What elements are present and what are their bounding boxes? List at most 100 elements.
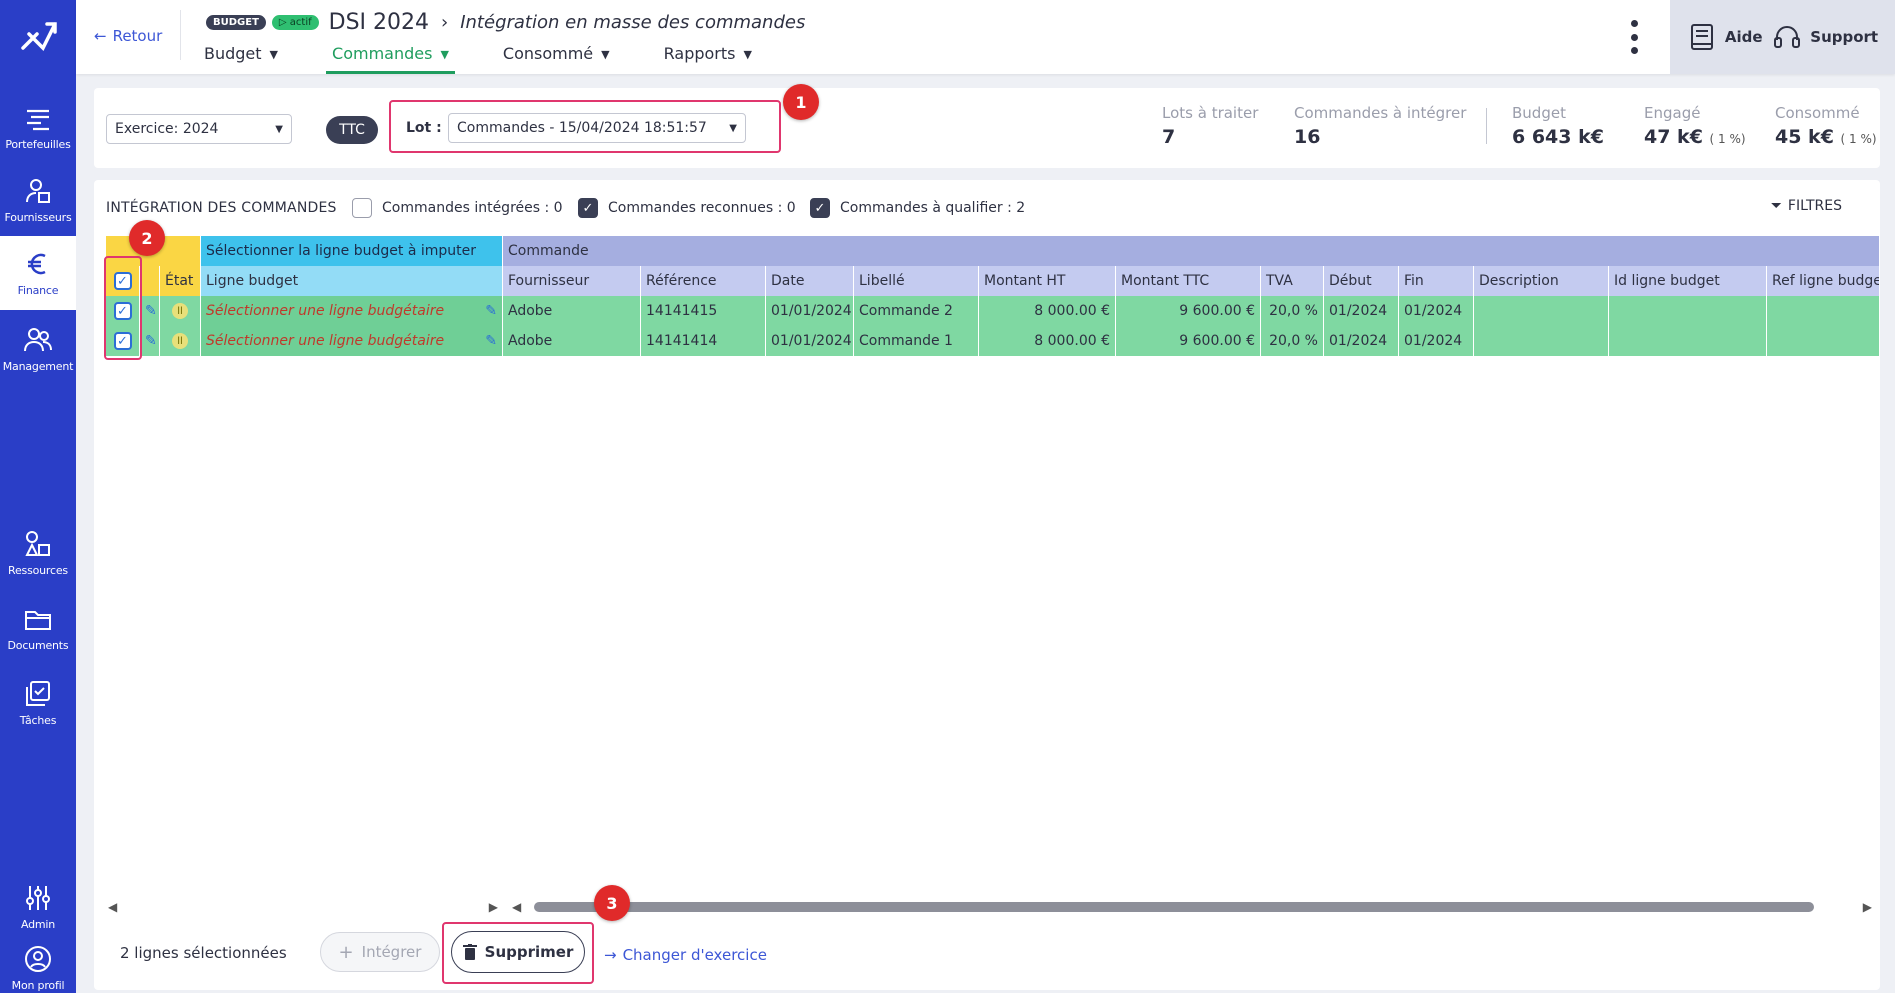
page-title: DSI 2024 <box>328 10 430 35</box>
ttc-toggle[interactable]: TTC <box>326 116 378 144</box>
sidebar-item-portefeuilles[interactable]: Portefeuilles <box>0 90 76 164</box>
support-button[interactable]: Support <box>1772 22 1878 52</box>
tab-rapports[interactable]: Rapports ▼ <box>658 44 758 74</box>
lot-label: Lot : <box>406 120 442 136</box>
budget-badge: BUDGET <box>206 15 266 30</box>
sidebar-item-mon-profil[interactable]: Mon profil <box>0 940 76 993</box>
exercice-select[interactable]: Exercice: 2024 ▼ <box>106 114 292 144</box>
page-subtitle: Intégration en masse des commandes <box>460 12 806 33</box>
sliders-icon <box>26 886 50 910</box>
scroll-right-icon[interactable]: ▶ <box>489 900 498 914</box>
sidebar-item-label: Admin <box>20 918 56 931</box>
status-badge: ▷ actif <box>271 15 319 30</box>
edit-icon[interactable]: ✎ <box>140 296 160 326</box>
annotation-marker: 2 <box>129 220 165 256</box>
sidebar-item-label: Finance <box>17 284 59 297</box>
back-link[interactable]: ← Retour <box>94 27 162 45</box>
scroll-right-icon[interactable]: ▶ <box>1863 900 1872 914</box>
chevron-down-icon: ▼ <box>275 123 283 135</box>
users-icon <box>24 328 52 352</box>
shapes-icon <box>25 531 50 556</box>
filter-icon: ⏷ <box>1770 198 1782 214</box>
annotation-marker: 1 <box>783 84 819 120</box>
sidebar-item-label: Documents <box>7 639 69 652</box>
chevron-down-icon: ▼ <box>729 122 737 134</box>
chevron-down-icon: ▼ <box>269 48 279 61</box>
tab-consomme[interactable]: Consommé ▼ <box>497 44 616 74</box>
budget-line-placeholder: Sélectionner une ligne budgétaire <box>206 333 445 349</box>
play-icon: ▷ <box>278 17 290 28</box>
kpi-lots: Lots à traiter 7 <box>1162 104 1259 148</box>
selection-highlight <box>104 256 142 360</box>
integrer-button[interactable]: + Intégrer <box>320 932 440 972</box>
profile-icon <box>25 946 51 972</box>
chevron-down-icon: ▼ <box>440 48 449 61</box>
table-row[interactable]: ✓ ✎ ll Sélectionner une ligne budgétaire… <box>106 296 1880 326</box>
sidebar-item-documents[interactable]: Documents <box>0 591 76 665</box>
table-group-header: Sélectionner la ligne budget à imputer C… <box>106 236 1880 266</box>
kpi-budget: Budget 6 643 k€ <box>1512 104 1604 148</box>
aide-button[interactable]: Aide <box>1687 22 1763 52</box>
scrollbar-thumb[interactable] <box>534 902 1814 912</box>
right-scrollbar[interactable]: ◀ ▶ <box>512 900 1872 914</box>
tab-budget[interactable]: Budget ▼ <box>198 44 284 74</box>
sidebar-item-label: Tâches <box>19 714 57 727</box>
left-scrollbar[interactable]: ◀ ▶ <box>108 900 498 914</box>
panel-title: INTÉGRATION DES COMMANDES <box>106 200 337 216</box>
sidebar-item-label: Mon profil <box>11 979 65 992</box>
tasks-icon <box>26 681 50 706</box>
checkbox-integrees[interactable]: Commandes intégrées : 0 <box>352 198 563 218</box>
plus-icon: + <box>338 941 354 963</box>
arrow-right-icon: → <box>604 946 617 964</box>
lot-select[interactable]: Commandes - 15/04/2024 18:51:57 ▼ <box>448 113 746 143</box>
kpi-engage: Engagé 47 k€ ( 1 %) <box>1644 104 1746 148</box>
arrow-left-icon: ← <box>94 27 107 45</box>
filter-bar: Exercice: 2024 ▼ TTC Lot : Commandes - 1… <box>94 88 1880 168</box>
chevron-right-icon: › <box>441 12 449 33</box>
supprimer-button[interactable]: Supprimer <box>451 931 585 973</box>
kpi-commandes: Commandes à intégrer 16 <box>1294 104 1467 148</box>
sidebar-item-label: Portefeuilles <box>5 138 71 151</box>
tab-commandes[interactable]: Commandes ▼ <box>326 44 455 74</box>
filters-button[interactable]: ⏷ FILTRES <box>1771 198 1842 214</box>
top-bar: ← Retour BUDGET ▷ actif DSI 2024 › Intég… <box>76 0 1895 74</box>
scroll-left-icon[interactable]: ◀ <box>108 900 117 914</box>
more-options-icon[interactable] <box>1630 20 1638 54</box>
pause-icon: ll <box>172 303 188 319</box>
sidebar: Portefeuilles Fournisseurs Finance Manag… <box>0 0 76 993</box>
sidebar-item-admin[interactable]: Admin <box>0 870 76 944</box>
pause-icon: ll <box>172 333 188 349</box>
integration-panel: INTÉGRATION DES COMMANDES Commandes inté… <box>94 180 1880 990</box>
check-icon: ✓ <box>810 198 830 218</box>
pencil-icon[interactable]: ✎ <box>485 333 497 349</box>
checkbox-icon <box>352 198 372 218</box>
checkbox-qualifier[interactable]: ✓ Commandes à qualifier : 2 <box>810 198 1025 218</box>
app-logo-icon[interactable] <box>19 18 59 58</box>
sidebar-item-taches[interactable]: Tâches <box>0 666 76 740</box>
chevron-down-icon: ▼ <box>743 48 752 61</box>
sidebar-item-label: Fournisseurs <box>4 211 72 224</box>
sidebar-item-management[interactable]: Management <box>0 312 76 386</box>
sidebar-item-ressources[interactable]: Ressources <box>0 516 76 590</box>
euro-icon <box>28 253 46 275</box>
supplier-icon <box>26 179 50 203</box>
help-area: Aide Support <box>1670 0 1895 74</box>
table-row[interactable]: ✓ ✎ ll Sélectionner une ligne budgétaire… <box>106 326 1880 356</box>
table-header: ✓ État Ligne budget Fournisseur Référenc… <box>106 266 1880 296</box>
divider <box>180 10 181 60</box>
pencil-icon[interactable]: ✎ <box>485 303 497 319</box>
divider <box>1486 108 1487 144</box>
check-icon: ✓ <box>578 198 598 218</box>
sidebar-item-label: Ressources <box>8 564 68 577</box>
scroll-left-icon[interactable]: ◀ <box>512 900 521 914</box>
edit-icon[interactable]: ✎ <box>140 326 160 356</box>
sidebar-item-fournisseurs[interactable]: Fournisseurs <box>0 163 76 237</box>
sidebar-item-finance[interactable]: Finance <box>0 236 76 310</box>
tab-bar: Budget ▼ Commandes ▼ Consommé ▼ Rapports ▼ <box>198 44 800 74</box>
changer-exercice-link[interactable]: → Changer d'exercice <box>604 946 767 964</box>
budget-line-placeholder: Sélectionner une ligne budgétaire <box>206 303 445 319</box>
sidebar-item-label: Management <box>2 360 74 373</box>
chevron-down-icon: ▼ <box>601 48 610 61</box>
checkbox-reconnues[interactable]: ✓ Commandes reconnues : 0 <box>578 198 796 218</box>
kpi-consomme: Consommé 45 k€ ( 1 %) <box>1775 104 1877 148</box>
